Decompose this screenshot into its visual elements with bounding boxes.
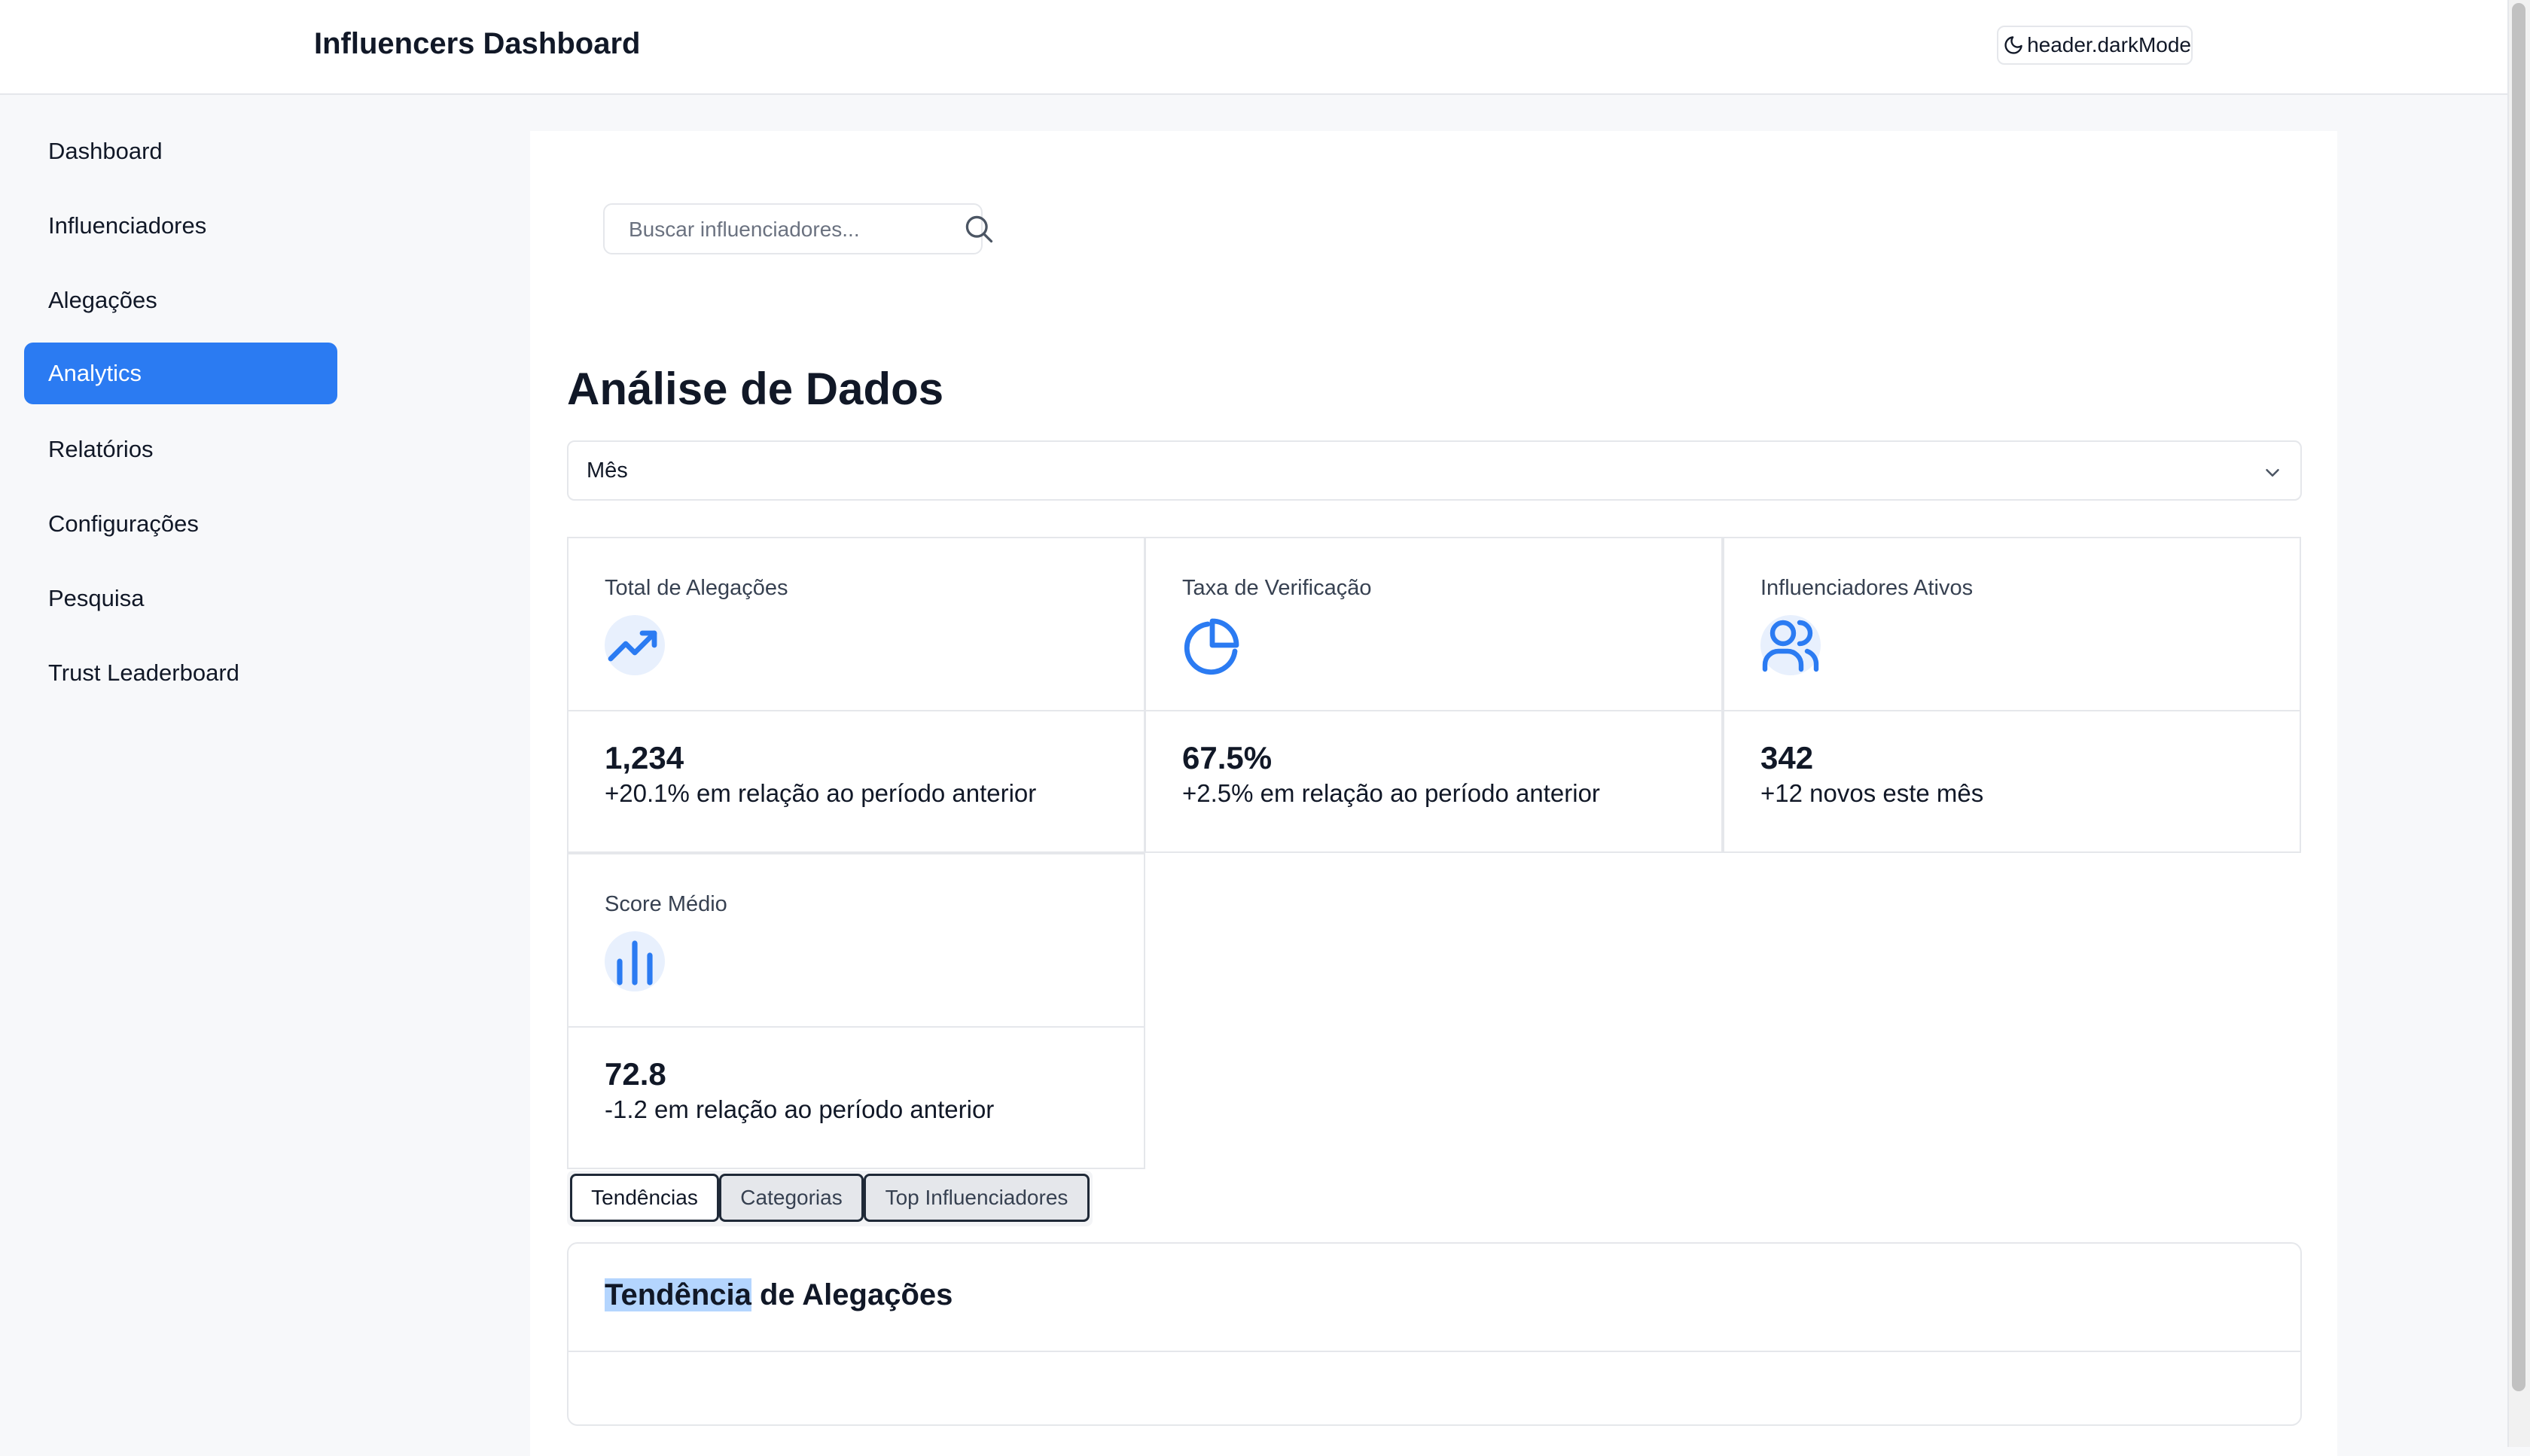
search-input[interactable] xyxy=(605,205,962,254)
pie-chart-icon xyxy=(1182,615,1242,675)
card-value: 72.8 xyxy=(605,1056,666,1092)
trend-panel: Tendência de Alegações xyxy=(567,1242,2302,1426)
sidebar-item-label: Configurações xyxy=(48,510,199,537)
card-delta: +12 novos este mês xyxy=(1760,779,1984,807)
stat-card-score-medio: Score Médio 72.8 -1.2 em relação ao perí… xyxy=(567,853,1145,1169)
card-value: 67.5% xyxy=(1182,740,1273,775)
users-icon xyxy=(1760,615,1821,675)
stat-card-influenciadores-ativos: Influenciadores Ativos 342 +12 novos est… xyxy=(1723,537,2301,853)
stat-card-total-alegacoes: Total de Alegações 1,234 +20.1% em relaç… xyxy=(567,537,1145,853)
bar-chart-icon xyxy=(605,931,665,991)
card-value: 1,234 xyxy=(605,740,684,775)
sidebar-item-label: Analytics xyxy=(48,360,142,386)
stat-card-taxa-verificacao: Taxa de Verificação 67.5% +2.5% em relaç… xyxy=(1145,537,1723,853)
tab-tendencias[interactable]: Tendências xyxy=(570,1174,719,1222)
sidebar-item-label: Pesquisa xyxy=(48,585,145,611)
card-delta: +2.5% em relação ao período anterior xyxy=(1182,779,1600,807)
moon-icon xyxy=(2004,36,2022,54)
dark-mode-toggle-button[interactable]: header.darkMode xyxy=(1997,26,2193,65)
dark-mode-label: header.darkMode xyxy=(2027,33,2191,56)
sidebar-item-relatorios[interactable]: Relatórios xyxy=(24,419,337,480)
divider xyxy=(568,1351,2300,1352)
sidebar-item-dashboard[interactable]: Dashboard xyxy=(24,120,337,182)
trend-title: Tendência de Alegações xyxy=(605,1278,953,1312)
sidebar-item-label: Dashboard xyxy=(48,138,163,164)
sidebar-item-influenciadores[interactable]: Influenciadores xyxy=(24,195,337,257)
sidebar-item-pesquisa[interactable]: Pesquisa xyxy=(24,568,337,629)
card-label: Score Médio xyxy=(605,892,727,916)
sidebar-item-label: Trust Leaderboard xyxy=(48,659,239,686)
card-delta: +20.1% em relação ao período anterior xyxy=(605,779,1037,807)
period-select[interactable]: Mês xyxy=(567,440,2302,501)
card-label: Taxa de Verificação xyxy=(1182,576,1372,600)
tab-categorias[interactable]: Categorias xyxy=(719,1174,864,1222)
sidebar-item-label: Alegações xyxy=(48,287,157,313)
app-title: Influencers Dashboard xyxy=(314,27,641,60)
trending-up-icon xyxy=(605,615,665,675)
sidebar-item-analytics[interactable]: Analytics xyxy=(24,343,337,404)
card-label: Total de Alegações xyxy=(605,576,788,600)
chevron-down-icon xyxy=(2266,469,2279,477)
card-header: Influenciadores Ativos xyxy=(1724,538,2300,711)
sidebar-item-trust-leaderboard[interactable]: Trust Leaderboard xyxy=(24,642,337,704)
card-header: Score Médio xyxy=(568,854,1144,1028)
period-select-value: Mês xyxy=(587,458,628,483)
sidebar-item-label: Influenciadores xyxy=(48,212,207,239)
card-label: Influenciadores Ativos xyxy=(1760,576,1974,600)
tab-top-influenciadores[interactable]: Top Influenciadores xyxy=(864,1174,1090,1222)
sidebar-item-configuracoes[interactable]: Configurações xyxy=(24,493,337,555)
top-header: Influencers Dashboard header.darkMode xyxy=(0,0,2507,95)
analytics-tabs: Tendências Categorias Top Influenciadore… xyxy=(567,1171,1093,1226)
page-title: Análise de Dados xyxy=(567,364,944,414)
card-delta: -1.2 em relação ao período anterior xyxy=(605,1095,995,1123)
card-value: 342 xyxy=(1760,740,1814,775)
sidebar-item-alegacoes[interactable]: Alegações xyxy=(24,270,337,331)
trend-title-rest: de Alegações xyxy=(751,1278,953,1311)
search-icon[interactable] xyxy=(962,212,995,245)
sidebar-item-label: Relatórios xyxy=(48,436,154,462)
card-header: Total de Alegações xyxy=(568,538,1144,711)
search-box xyxy=(603,203,983,254)
card-header: Taxa de Verificação xyxy=(1146,538,1721,711)
scrollbar-thumb[interactable] xyxy=(2512,3,2525,1391)
trend-title-highlight: Tendência xyxy=(605,1278,751,1311)
